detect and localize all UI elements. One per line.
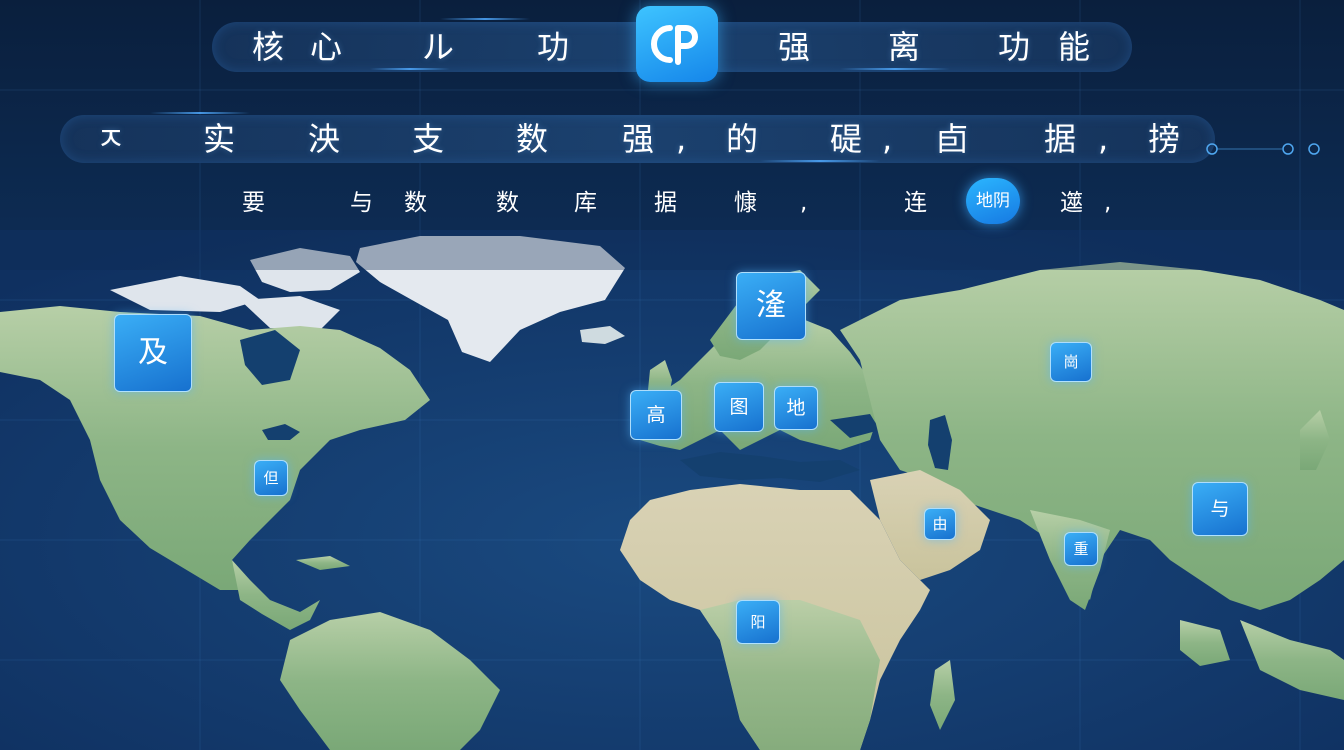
subtitle-char: 数 — [404, 190, 427, 216]
map-marker-scandinavia[interactable]: 湰 — [736, 272, 806, 340]
subtitle-char: , — [1104, 190, 1112, 216]
deco-line — [760, 160, 880, 162]
banner-second-comma: , — [1098, 120, 1109, 158]
subtitle-char: 慷 — [734, 190, 757, 216]
banner-second-char: 数 — [516, 120, 549, 158]
banner-second-char: 支 — [412, 120, 445, 158]
banner-top-char: 心 — [310, 28, 343, 66]
banner-top-char: 能 — [1058, 28, 1091, 66]
banner-second-char: 据 — [1044, 120, 1077, 158]
map-marker-china[interactable]: 与 — [1192, 482, 1248, 536]
banner-second-char: ㅈ — [96, 120, 126, 158]
description-banner: ㅈ 实 泱 支 数 强 , 的 碮 , 卣 据 , 搒 — [60, 115, 1215, 163]
subtitle-char: 要 — [242, 190, 265, 216]
subtitle-row: 要 与 数 数 库 据 慷 , 连 遾 , — [0, 180, 1344, 224]
app-logo[interactable] — [636, 6, 718, 82]
deco-line — [150, 112, 250, 114]
map-marker-arabia[interactable]: 由 — [924, 508, 956, 540]
network-deco-icon — [1206, 143, 1320, 155]
deco-line — [440, 18, 530, 20]
subtitle-char: 与 — [350, 190, 373, 216]
map-marker-russia[interactable]: 崗 — [1050, 342, 1092, 382]
banner-top-char: 核 — [252, 28, 285, 66]
banner-second-comma: , — [676, 120, 687, 158]
banner-top-char: 功 — [998, 28, 1031, 66]
banner-top-char: 功 — [537, 28, 570, 66]
banner-top-char: 强 — [778, 28, 811, 66]
subtitle-char: 据 — [654, 190, 677, 216]
banner-second-char: 卣 — [936, 120, 969, 158]
banner-second-char: 的 — [726, 120, 759, 158]
map-marker-north-america-small[interactable]: 但 — [254, 460, 288, 496]
banner-top-char: ル — [422, 28, 455, 66]
map-marker-africa[interactable]: 阳 — [736, 600, 780, 644]
banner-second-char: 碮 — [830, 120, 863, 158]
map-pill-button[interactable]: 地阴 — [966, 178, 1020, 224]
deco-line — [840, 68, 950, 70]
banner-second-char: 实 — [203, 120, 236, 158]
logo-icon — [651, 25, 698, 65]
banner-second-char: 泱 — [308, 120, 341, 158]
map-marker-eastern-europe[interactable]: 地 — [774, 386, 818, 430]
banner-second-char: 搒 — [1148, 120, 1181, 158]
map-marker-western-europe[interactable]: 高 — [630, 390, 682, 440]
map-marker-north-america[interactable]: 及 — [114, 314, 192, 392]
subtitle-char: 遾 — [1060, 190, 1083, 216]
map-marker-central-europe[interactable]: 图 — [714, 382, 764, 432]
banner-top-char: 离 — [888, 28, 921, 66]
banner-second-char: 强 — [622, 120, 655, 158]
map-marker-india[interactable]: 重 — [1064, 532, 1098, 566]
subtitle-char: , — [800, 190, 808, 216]
subtitle-char: 连 — [904, 190, 927, 216]
subtitle-char: 库 — [574, 190, 597, 216]
deco-line — [370, 68, 450, 70]
banner-second-comma: , — [882, 120, 893, 158]
subtitle-char: 数 — [496, 190, 519, 216]
